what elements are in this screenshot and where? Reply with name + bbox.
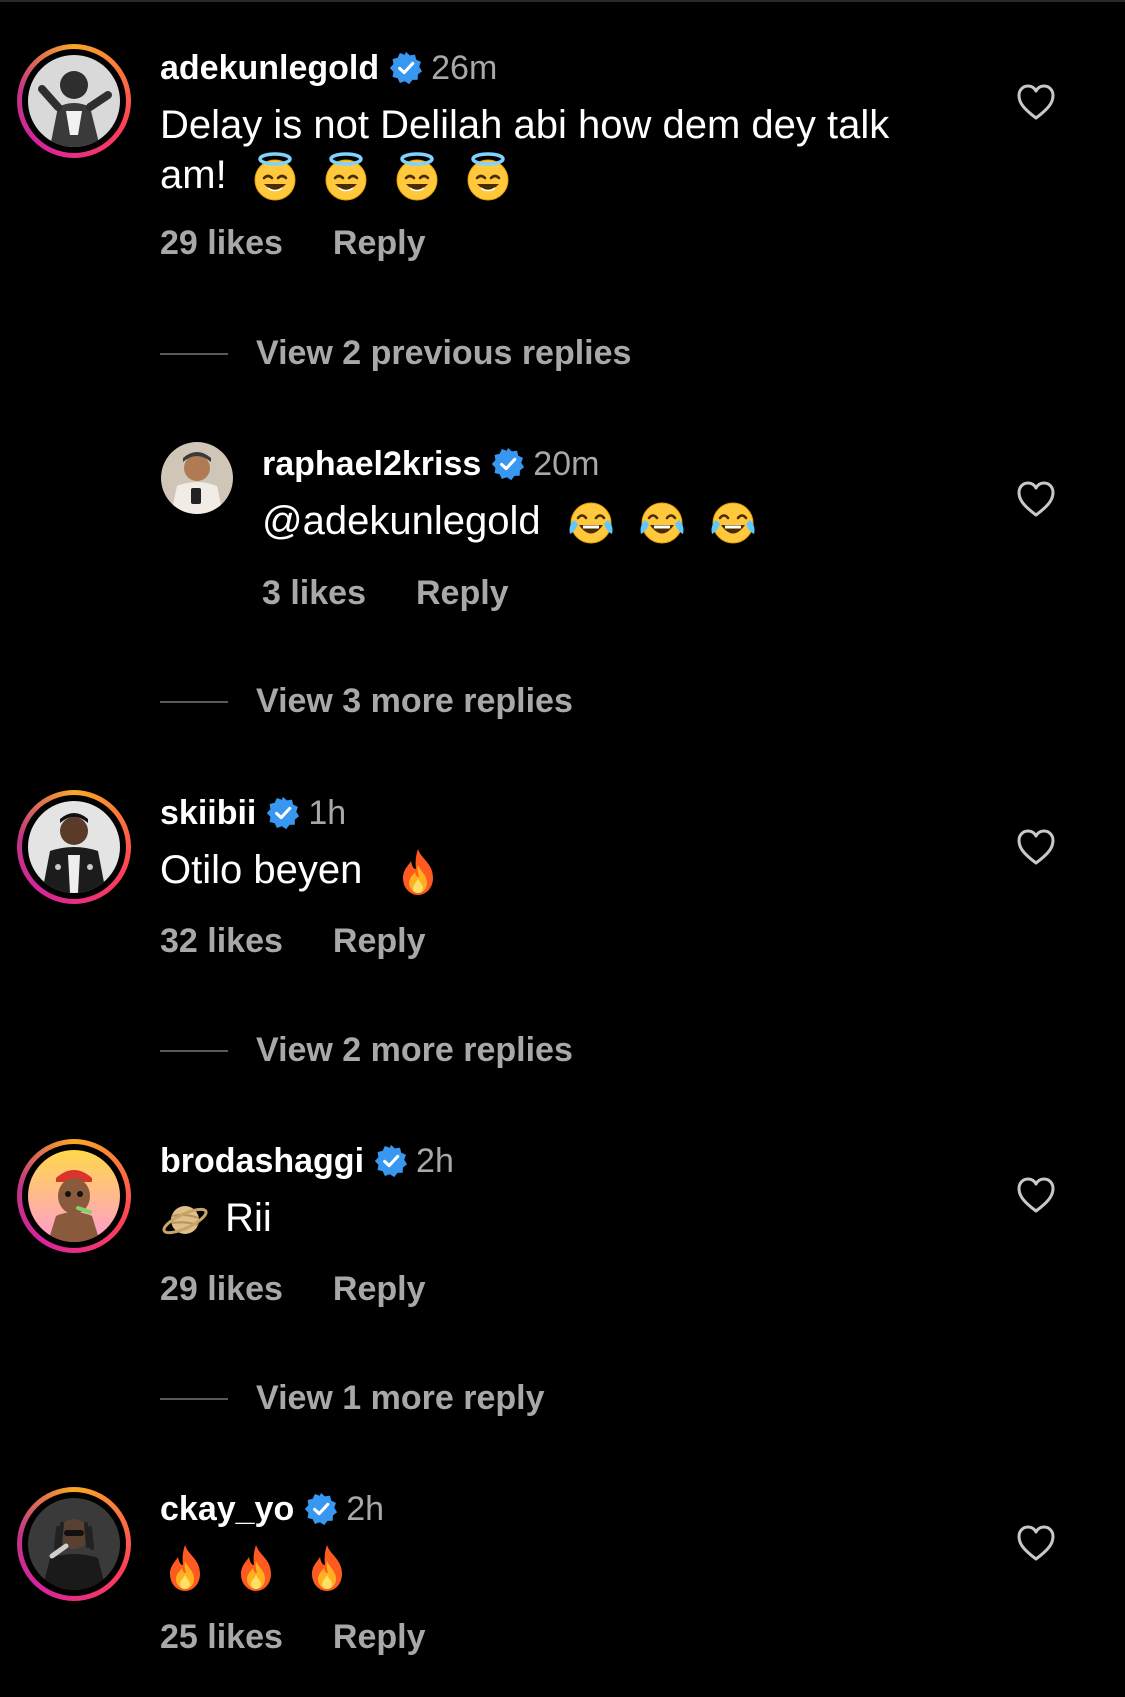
view-replies-button[interactable]: View 3 more replies bbox=[256, 682, 573, 721]
verified-badge-icon bbox=[304, 1492, 338, 1526]
likes-count[interactable]: 29 likes bbox=[160, 1270, 283, 1309]
avatar-adekunlegold[interactable] bbox=[17, 44, 131, 158]
heart-outline-icon[interactable] bbox=[1016, 480, 1056, 518]
verified-badge-icon bbox=[389, 51, 423, 85]
username[interactable]: adekunlegold bbox=[160, 49, 379, 88]
username[interactable]: brodashaggi bbox=[160, 1142, 364, 1181]
heart-outline-icon[interactable] bbox=[1016, 1176, 1056, 1214]
likes-count[interactable]: 25 likes bbox=[160, 1618, 283, 1657]
likes-count[interactable]: 29 likes bbox=[160, 224, 283, 263]
avatar-brodashaggi[interactable] bbox=[17, 1139, 131, 1253]
heart-outline-icon[interactable] bbox=[1016, 1524, 1056, 1562]
comment-text-line2-row: am! bbox=[160, 150, 513, 202]
tears-of-joy-emoji-icon bbox=[566, 498, 616, 548]
view-replies-thread[interactable]: View 1 more reply bbox=[160, 1379, 545, 1418]
view-replies-button[interactable]: View 2 more replies bbox=[256, 1031, 573, 1070]
thread-line bbox=[160, 700, 228, 703]
thread-line bbox=[160, 352, 228, 355]
reply-button[interactable]: Reply bbox=[416, 574, 509, 613]
reply-button[interactable]: Reply bbox=[333, 224, 426, 263]
verified-badge-icon bbox=[491, 447, 525, 481]
reply-button[interactable]: Reply bbox=[333, 922, 426, 961]
comment-text-line2: am! bbox=[160, 153, 227, 197]
comment-text: Rii bbox=[225, 1196, 272, 1240]
avatar-ckay_yo[interactable] bbox=[17, 1487, 131, 1601]
comment-time: 1h bbox=[308, 793, 347, 832]
heart-outline-icon[interactable] bbox=[1016, 828, 1056, 866]
view-replies-thread[interactable]: View 2 previous replies bbox=[160, 334, 631, 373]
comment-text-row: @adekunlegold bbox=[262, 496, 758, 548]
comment-text[interactable]: @adekunlegold bbox=[262, 499, 541, 543]
comment-text-row bbox=[160, 1541, 352, 1593]
avatar-skiibii[interactable] bbox=[17, 790, 131, 904]
comment-text-row: Otilo beyen bbox=[160, 845, 443, 897]
view-replies-button[interactable]: View 2 previous replies bbox=[256, 334, 631, 373]
halo-smile-emoji-icon bbox=[250, 152, 300, 202]
verified-badge-icon bbox=[374, 1144, 408, 1178]
comment-time: 20m bbox=[533, 444, 600, 483]
heart-outline-icon[interactable] bbox=[1016, 83, 1056, 121]
tears-of-joy-emoji-icon bbox=[708, 498, 758, 548]
ringed-planet-emoji-icon bbox=[160, 1195, 210, 1245]
comment-time: 26m bbox=[431, 48, 498, 87]
comment-time: 2h bbox=[416, 1141, 454, 1180]
view-replies-thread[interactable]: View 2 more replies bbox=[160, 1031, 573, 1070]
username[interactable]: raphael2kriss bbox=[262, 445, 481, 484]
halo-smile-emoji-icon bbox=[392, 152, 442, 202]
top-divider bbox=[0, 0, 1125, 2]
halo-smile-emoji-icon bbox=[463, 152, 513, 202]
comment-text: Otilo beyen bbox=[160, 848, 363, 892]
reply-button[interactable]: Reply bbox=[333, 1270, 426, 1309]
avatar-raphael2kriss[interactable] bbox=[161, 442, 233, 514]
fire-emoji-icon bbox=[302, 1543, 352, 1593]
view-replies-thread[interactable]: View 3 more replies bbox=[160, 682, 573, 721]
fire-emoji-icon bbox=[393, 847, 443, 897]
likes-count[interactable]: 32 likes bbox=[160, 922, 283, 961]
likes-count[interactable]: 3 likes bbox=[262, 574, 366, 613]
comment-time: 2h bbox=[346, 1489, 385, 1528]
thread-line bbox=[160, 1397, 228, 1400]
thread-line bbox=[160, 1049, 228, 1052]
fire-emoji-icon bbox=[231, 1543, 281, 1593]
username[interactable]: skiibii bbox=[160, 794, 256, 833]
tears-of-joy-emoji-icon bbox=[637, 498, 687, 548]
verified-badge-icon bbox=[266, 796, 300, 830]
reply-button[interactable]: Reply bbox=[333, 1618, 426, 1657]
username[interactable]: ckay_yo bbox=[160, 1490, 294, 1529]
halo-smile-emoji-icon bbox=[321, 152, 371, 202]
comment-text-row: Rii bbox=[160, 1193, 272, 1245]
view-replies-button[interactable]: View 1 more reply bbox=[256, 1379, 545, 1418]
fire-emoji-icon bbox=[160, 1543, 210, 1593]
comment-text-line1: Delay is not Delilah abi how dem dey tal… bbox=[160, 103, 890, 147]
comment-text: Delay is not Delilah abi how dem dey tal… bbox=[160, 100, 889, 150]
